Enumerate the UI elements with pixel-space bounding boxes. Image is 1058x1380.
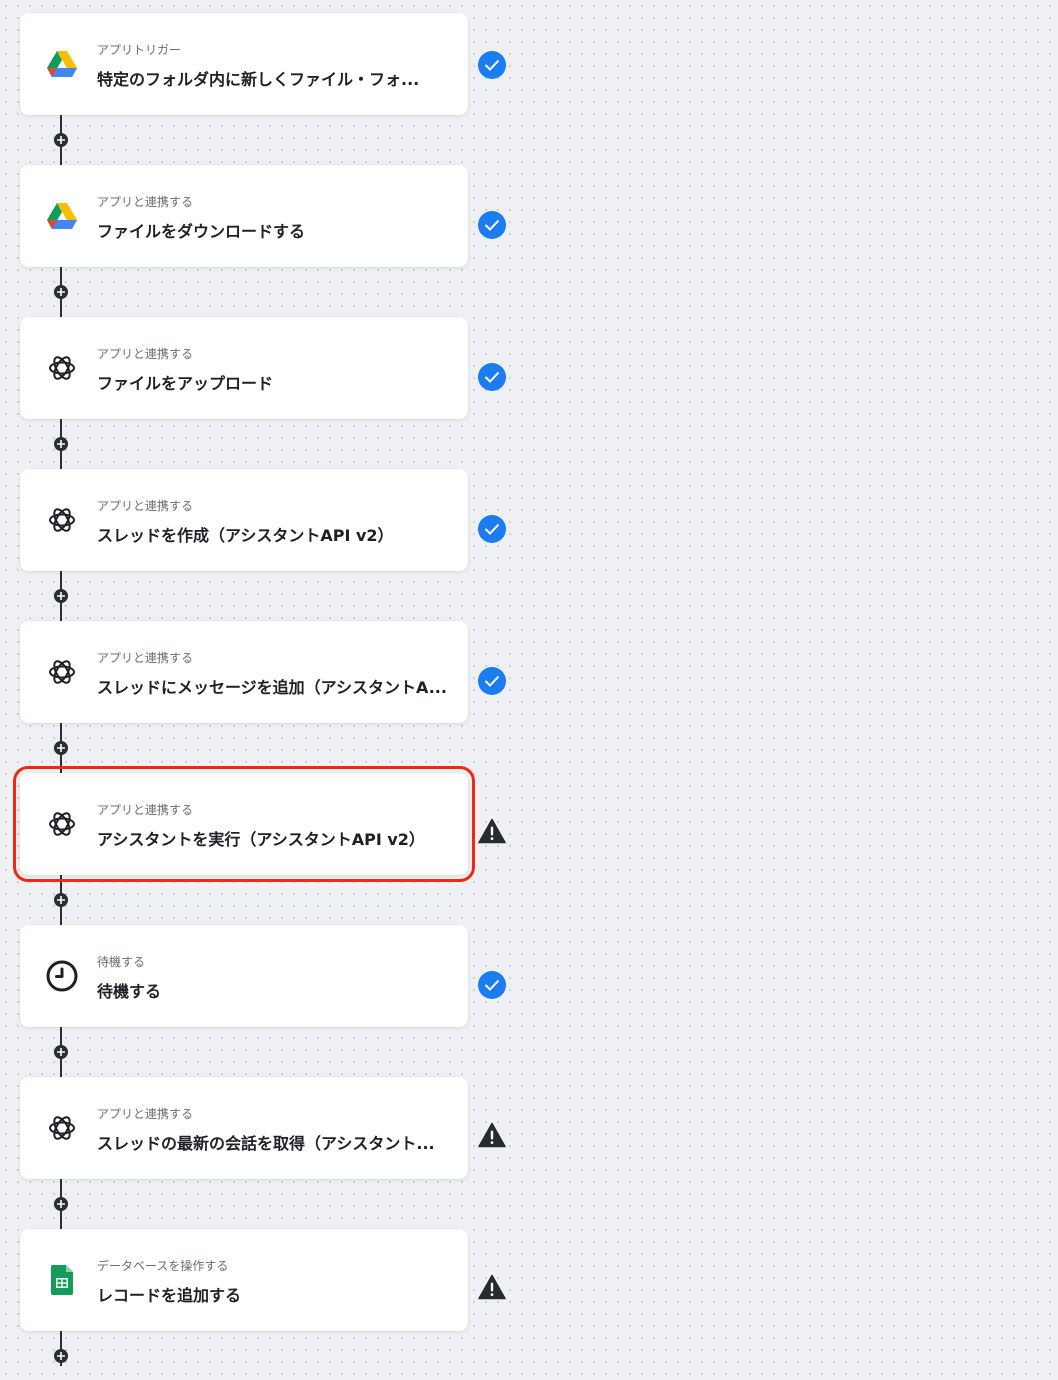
- add-step-button[interactable]: [54, 437, 68, 451]
- openai-icon: [46, 1112, 78, 1144]
- step-title: レコードを追加する: [97, 1286, 242, 1305]
- success-check-icon: [478, 515, 506, 543]
- openai-icon: [46, 808, 78, 840]
- step-title: 特定のフォルダ内に新しくファイル・フォ...: [97, 70, 420, 89]
- flow-step-card[interactable]: アプリと連携する スレッドを作成（アシスタントAPI v2）: [20, 469, 468, 571]
- plus-icon: [57, 744, 65, 752]
- plus-icon: [57, 136, 65, 144]
- step-title: スレッドにメッセージを追加（アシスタントA...: [97, 678, 447, 697]
- clock-icon: [46, 960, 78, 992]
- add-step-button[interactable]: [54, 893, 68, 907]
- step-type-label: アプリトリガー: [97, 43, 182, 57]
- warning-icon: [478, 817, 506, 845]
- step-type-label: データベースを操作する: [97, 1259, 229, 1273]
- success-check-icon: [478, 51, 506, 79]
- plus-icon: [57, 896, 65, 904]
- step-title: スレッドを作成（アシスタントAPI v2）: [97, 526, 394, 545]
- step-title: アシスタントを実行（アシスタントAPI v2）: [97, 830, 425, 849]
- flow-step-card[interactable]: アプリと連携する ファイルをダウンロードする: [20, 165, 468, 267]
- warning-icon: [478, 1121, 506, 1149]
- google-sheets-icon: [46, 1264, 78, 1296]
- plus-icon: [57, 1352, 65, 1360]
- plus-icon: [57, 1048, 65, 1056]
- plus-icon: [57, 592, 65, 600]
- add-step-button[interactable]: [54, 589, 68, 603]
- flow-step-card[interactable]: アプリと連携する スレッドの最新の会話を取得（アシスタント...: [20, 1077, 468, 1179]
- add-step-button[interactable]: [54, 741, 68, 755]
- add-step-button[interactable]: [54, 1349, 68, 1363]
- step-type-label: アプリと連携する: [97, 803, 194, 817]
- openai-icon: [46, 504, 78, 536]
- step-type-label: アプリと連携する: [97, 1107, 194, 1121]
- add-step-button[interactable]: [54, 1045, 68, 1059]
- step-title: ファイルをアップロード: [97, 374, 274, 393]
- step-type-label: アプリと連携する: [97, 347, 194, 361]
- step-title: ファイルをダウンロードする: [97, 222, 306, 241]
- flow-canvas: アプリトリガー 特定のフォルダ内に新しくファイル・フォ... アプリと連携する …: [0, 0, 1058, 1380]
- step-type-label: アプリと連携する: [97, 651, 194, 665]
- success-check-icon: [478, 667, 506, 695]
- step-type-label: アプリと連携する: [97, 195, 194, 209]
- openai-icon: [46, 352, 78, 384]
- google-drive-icon: [46, 200, 78, 232]
- flow-step-card[interactable]: アプリトリガー 特定のフォルダ内に新しくファイル・フォ...: [20, 13, 468, 115]
- plus-icon: [57, 1200, 65, 1208]
- flow-step-card[interactable]: 待機する 待機する: [20, 925, 468, 1027]
- add-step-button[interactable]: [54, 285, 68, 299]
- step-type-label: 待機する: [97, 955, 146, 969]
- add-step-button[interactable]: [54, 133, 68, 147]
- warning-icon: [478, 1273, 506, 1301]
- step-title: スレッドの最新の会話を取得（アシスタント...: [97, 1134, 435, 1153]
- google-drive-icon: [46, 48, 78, 80]
- success-check-icon: [478, 971, 506, 999]
- step-title: 待機する: [97, 982, 162, 1001]
- flow-step-card-selected[interactable]: アプリと連携する アシスタントを実行（アシスタントAPI v2）: [13, 766, 475, 882]
- success-check-icon: [478, 211, 506, 239]
- plus-icon: [57, 288, 65, 296]
- plus-icon: [57, 440, 65, 448]
- flow-step-card[interactable]: アプリと連携する スレッドにメッセージを追加（アシスタントA...: [20, 621, 468, 723]
- flow-step-card[interactable]: データベースを操作する レコードを追加する: [20, 1229, 468, 1331]
- add-step-button[interactable]: [54, 1197, 68, 1211]
- openai-icon: [46, 656, 78, 688]
- flow-step-card[interactable]: アプリと連携する ファイルをアップロード: [20, 317, 468, 419]
- success-check-icon: [478, 363, 506, 391]
- step-type-label: アプリと連携する: [97, 499, 194, 513]
